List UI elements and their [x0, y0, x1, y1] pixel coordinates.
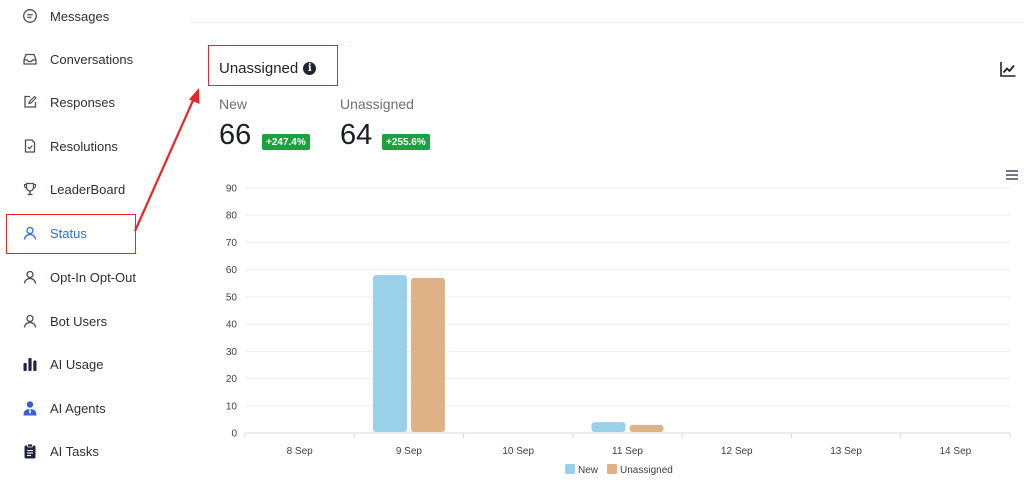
sidebar-item-label: Opt-In Opt-Out	[50, 269, 136, 285]
edit-icon	[22, 94, 38, 110]
sidebar-item-label: AI Usage	[50, 356, 104, 372]
stat-change-badge-unassigned: +255.6%	[382, 134, 430, 150]
sidebar-item-bot-users[interactable]: Bot Users	[22, 309, 107, 333]
stat-label-unassigned: Unassigned	[340, 96, 414, 112]
y-tick-label: 50	[226, 292, 238, 303]
document-check-icon	[22, 138, 38, 154]
x-tick-label: 11 Sep	[612, 446, 643, 457]
sidebar-item-responses[interactable]: Responses	[22, 90, 115, 114]
sidebar-item-resolutions[interactable]: Resolutions	[22, 134, 118, 158]
user-icon	[22, 269, 38, 285]
y-tick-label: 20	[226, 374, 238, 385]
y-tick-label: 10	[226, 401, 238, 412]
sidebar-item-label: Responses	[50, 94, 116, 110]
sidebar-item-label: Messages	[50, 8, 110, 24]
x-tick-label: 12 Sep	[721, 446, 753, 457]
sidebar-item-label: Bot Users	[50, 313, 108, 329]
y-tick-label: 30	[226, 347, 238, 358]
message-bubble-icon	[22, 8, 38, 24]
legend-label: Unassigned	[620, 465, 673, 476]
x-tick-label: 14 Sep	[940, 446, 972, 457]
sidebar-item-ai-usage[interactable]: AI Usage	[22, 352, 103, 376]
info-icon[interactable]: i	[303, 62, 317, 75]
agent-icon	[22, 400, 38, 416]
y-tick-label: 0	[231, 429, 237, 440]
y-tick-label: 90	[226, 184, 238, 195]
trophy-icon	[22, 181, 38, 197]
stat-change-badge-new: +247.4%	[262, 134, 310, 150]
sidebar-item-ai-agents[interactable]: AI Agents	[22, 396, 106, 420]
x-tick-label: 8 Sep	[287, 446, 314, 457]
card-title: Unassigned i	[219, 60, 317, 77]
sidebar-item-leaderboard[interactable]: LeaderBoard	[22, 177, 125, 201]
bar-unassigned-11-sep	[629, 424, 664, 432]
bar-chart: 0 10 20 30 40 50 60 70 80 90 8 Sep 9 Sep 10 Sep 11 Se…	[210, 178, 1024, 483]
line-chart-toggle-icon[interactable]	[999, 60, 1017, 78]
y-tick-label: 60	[226, 265, 238, 276]
stat-value-unassigned: 64	[340, 119, 373, 151]
sidebar: Messages Conversations Responses Resolut…	[0, 0, 190, 483]
sidebar-item-messages[interactable]: Messages	[22, 4, 109, 28]
y-tick-label: 40	[226, 320, 238, 331]
clipboard-icon	[22, 443, 38, 459]
divider	[190, 22, 1024, 23]
x-tick-label: 10 Sep	[502, 446, 534, 457]
legend-label: New	[578, 465, 599, 476]
sidebar-item-conversations[interactable]: Conversations	[22, 47, 133, 71]
inbox-icon	[22, 51, 38, 67]
card-title-text: Unassigned	[219, 60, 299, 77]
bar-unassigned-9-sep	[410, 277, 445, 432]
bar-new-11-sep	[591, 422, 626, 432]
legend-swatch	[607, 464, 617, 474]
x-tick-label: 9 Sep	[396, 446, 423, 457]
chart-canvas: 0 10 20 30 40 50 60 70 80 90 8 Sep 9 Sep 10 Sep 11 Se…	[226, 184, 1011, 476]
sidebar-item-label: AI Tasks	[50, 443, 99, 459]
legend-swatch	[565, 464, 575, 474]
y-tick-label: 80	[226, 211, 238, 222]
sidebar-item-ai-tasks[interactable]: AI Tasks	[22, 439, 99, 463]
x-tick-label: 13 Sep	[830, 446, 862, 457]
stat-value-new: 66	[219, 119, 252, 151]
bar-chart-icon	[22, 356, 38, 372]
stat-label-new: New	[219, 96, 248, 112]
y-tick-label: 70	[226, 238, 238, 249]
sidebar-item-label: AI Agents	[50, 400, 106, 416]
user-icon	[22, 313, 38, 329]
bar-new-9-sep	[372, 275, 407, 432]
status-highlight-box	[6, 214, 136, 254]
sidebar-item-label: Conversations	[50, 51, 134, 67]
sidebar-item-opt-in-opt-out[interactable]: Opt-In Opt-Out	[22, 265, 136, 289]
sidebar-item-label: Resolutions	[50, 138, 118, 154]
sidebar-item-label: LeaderBoard	[50, 181, 126, 197]
